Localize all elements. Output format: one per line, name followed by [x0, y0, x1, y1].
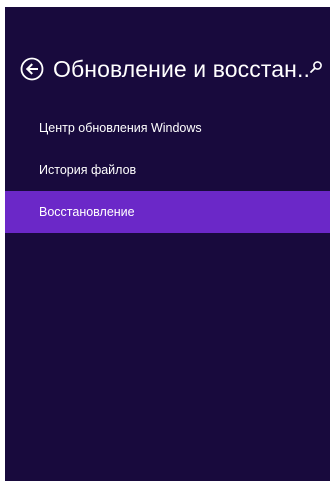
header: Обновление и восстан.. [5, 51, 330, 87]
page-title: Обновление и восстан.. [53, 56, 310, 82]
nav-item-recovery[interactable]: Восстановление [5, 191, 330, 233]
back-arrow-icon [20, 57, 44, 81]
nav-item-windows-update[interactable]: Центр обновления Windows [5, 107, 330, 149]
search-icon [310, 61, 322, 73]
settings-pane: Обновление и восстан.. Центр обновления … [5, 7, 330, 481]
back-button[interactable] [20, 57, 44, 81]
nav-item-label: Центр обновления Windows [39, 121, 202, 135]
nav-item-label: История файлов [39, 163, 137, 177]
nav-item-file-history[interactable]: История файлов [5, 149, 330, 191]
search-button[interactable] [308, 59, 324, 75]
nav-item-label: Восстановление [39, 205, 135, 219]
settings-nav: Центр обновления Windows История файлов … [5, 107, 330, 233]
